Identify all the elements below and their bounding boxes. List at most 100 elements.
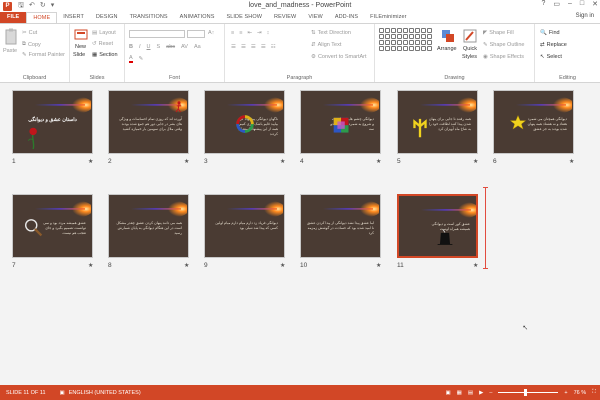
tab-insert[interactable]: INSERT <box>57 12 90 23</box>
tab-view[interactable]: VIEW <box>302 12 328 23</box>
line-spacing-icon[interactable]: ↕ <box>267 30 270 36</box>
tab-design[interactable]: DESIGN <box>90 12 124 23</box>
slide-thumbnail-9[interactable]: دیوانگی فریاد زد دارم میام دارم میام اول… <box>204 194 285 258</box>
maximize-button[interactable]: □ <box>580 0 584 8</box>
character-spacing-button[interactable]: AV <box>181 44 188 50</box>
close-button[interactable]: ✕ <box>592 0 598 8</box>
quick-styles-label-2[interactable]: Styles <box>462 54 477 60</box>
redo-icon[interactable]: ↻ <box>40 1 46 12</box>
font-size-combo[interactable] <box>187 30 205 38</box>
transition-star-icon[interactable]: ★ <box>569 158 574 165</box>
slide-thumbnail-1[interactable]: داستان عشق و دیوانگی <box>12 90 93 154</box>
paste-button[interactable]: Paste <box>3 48 17 54</box>
numbering-icon[interactable]: ≡ <box>239 30 242 36</box>
font-name-combo[interactable] <box>129 30 185 38</box>
customize-qat-icon[interactable]: ▾ <box>51 1 55 12</box>
layout-button[interactable]: ▤ Layout <box>92 30 116 36</box>
shadow-button[interactable]: S <box>157 44 161 50</box>
transition-star-icon[interactable]: ★ <box>473 158 478 165</box>
quick-styles-icon[interactable] <box>463 29 477 43</box>
zoom-in-button[interactable]: + <box>564 390 567 396</box>
strikethrough-button[interactable]: abc <box>166 44 175 50</box>
decrease-indent-icon[interactable]: ⇤ <box>247 30 252 36</box>
tab-home[interactable]: HOME <box>26 12 58 23</box>
sign-in-link[interactable]: Sign in <box>576 13 594 19</box>
transition-star-icon[interactable]: ★ <box>376 158 381 165</box>
minimize-button[interactable]: – <box>568 0 572 8</box>
save-icon[interactable]: 🖫 <box>18 1 24 12</box>
slide-thumbnail-7[interactable]: عشق همیشه مردد بود و نمی توانست تصمیم بگ… <box>12 194 93 258</box>
transition-star-icon[interactable]: ★ <box>88 262 93 269</box>
transition-star-icon[interactable]: ★ <box>280 158 285 165</box>
tab-review[interactable]: REVIEW <box>268 12 302 23</box>
ribbon-display-button[interactable]: ▭ <box>553 0 560 8</box>
normal-view-icon[interactable]: ▣ <box>445 390 450 396</box>
slide-sorter[interactable]: داستان عشق و دیوانگی 1 ★ آورده اند که روزی … <box>0 83 600 385</box>
new-slide-icon[interactable] <box>74 28 88 42</box>
transition-star-icon[interactable]: ★ <box>473 262 478 269</box>
shapes-gallery[interactable] <box>379 28 433 62</box>
transition-star-icon[interactable]: ★ <box>280 262 285 269</box>
language-indicator[interactable]: ENGLISH (UNITED STATES) <box>69 390 141 396</box>
paste-icon[interactable] <box>4 28 18 46</box>
transition-star-icon[interactable]: ★ <box>184 158 189 165</box>
change-case-button[interactable]: Aa <box>194 44 201 50</box>
section-button[interactable]: ▦ Section <box>92 52 118 58</box>
tab-add-ins[interactable]: ADD-INS <box>329 12 364 23</box>
help-button[interactable]: ? <box>541 0 545 8</box>
shape-outline-button[interactable]: ✎ Shape Outline <box>483 42 524 48</box>
copy-button[interactable]: ⧉ Copy <box>22 41 41 48</box>
undo-icon[interactable]: ↶ <box>29 1 35 12</box>
italic-button[interactable]: I <box>139 44 141 50</box>
grow-font-icon[interactable]: A↑ <box>208 30 214 36</box>
reading-view-icon[interactable]: ▤ <box>468 390 473 396</box>
tab-fileminimizer[interactable]: FILEminimizer <box>364 12 412 23</box>
convert-smartart-button[interactable]: ⚙ Convert to SmartArt <box>311 54 367 60</box>
tab-slide-show[interactable]: SLIDE SHOW <box>221 12 269 23</box>
slide-thumbnail-6[interactable]: دیوانگی همچنان می شمرد هفتاد و نه هشتاد … <box>493 90 574 154</box>
tab-file[interactable]: FILE <box>0 12 27 23</box>
shape-fill-button[interactable]: ◤ Shape Fill <box>483 30 514 36</box>
transition-star-icon[interactable]: ★ <box>88 158 93 165</box>
text-direction-button[interactable]: ⇅ Text Direction <box>311 30 351 36</box>
select-button[interactable]: ↖ Select <box>540 54 562 60</box>
zoom-slider[interactable] <box>498 389 559 396</box>
slide-thumbnail-2[interactable]: آورده اند که روزی تمام احساسات و ویژگی ه… <box>108 90 189 154</box>
replace-button[interactable]: ⇄ Replace <box>540 42 567 48</box>
find-button[interactable]: 🔍 Find <box>540 30 560 36</box>
highlight-icon[interactable]: ✎ <box>139 56 144 62</box>
slide-thumbnail-8[interactable]: همه می دانند پنهان کردن عشق چقدر مشکل اس… <box>108 194 189 258</box>
align-left-icon[interactable]: ☰ <box>231 44 236 50</box>
slide-sorter-view-icon[interactable]: ▦ <box>457 390 462 396</box>
new-slide-label[interactable]: New <box>75 44 86 50</box>
arrange-icon[interactable] <box>441 29 455 43</box>
reset-button[interactable]: ↺ Reset <box>92 41 113 47</box>
align-text-button[interactable]: ⇵ Align Text <box>311 42 341 48</box>
shape-effects-button[interactable]: ◉ Shape Effects <box>483 54 524 60</box>
slideshow-view-icon[interactable]: ▶ <box>479 390 483 396</box>
zoom-level[interactable]: 76 % <box>574 390 587 396</box>
justify-icon[interactable]: ☰ <box>261 44 266 50</box>
tab-animations[interactable]: ANIMATIONS <box>174 12 221 23</box>
slide-thumbnail-5[interactable]: همه رفتند تا جایی برای پنهان شدن پیدا کن… <box>397 90 478 154</box>
columns-icon[interactable]: ☷ <box>271 44 276 50</box>
slide-thumbnail-10[interactable]: اما عشق پیدا نشد دیوانگی از پیدا کردن عش… <box>300 194 381 258</box>
align-center-icon[interactable]: ☰ <box>241 44 246 50</box>
underline-button[interactable]: U <box>147 44 151 50</box>
zoom-out-button[interactable]: – <box>489 390 492 396</box>
font-color-icon[interactable]: A <box>129 55 133 63</box>
arrange-button[interactable]: Arrange <box>437 46 457 52</box>
slide-thumbnail-11[interactable]: عشق کور است و دیوانگی همیشه همراه اوست <box>397 194 478 258</box>
bullets-icon[interactable]: ≡ <box>231 30 234 36</box>
bold-button[interactable]: B <box>129 44 133 50</box>
fit-to-window-icon[interactable]: ⛶ <box>592 389 596 396</box>
tab-transitions[interactable]: TRANSITIONS <box>124 12 174 23</box>
cut-button[interactable]: ✂ Cut <box>22 30 37 36</box>
increase-indent-icon[interactable]: ⇥ <box>257 30 262 36</box>
new-slide-label-2[interactable]: Slide <box>73 52 85 58</box>
zoom-slider-thumb[interactable] <box>524 389 528 396</box>
slide-thumbnail-3[interactable]: ناگهان دیوانگی پیشنهاد کرد بیایید قایم ب… <box>204 90 285 154</box>
quick-styles-button[interactable]: Quick <box>463 46 477 52</box>
spellcheck-icon[interactable]: ▣ <box>60 390 65 396</box>
slide-thumbnail-4[interactable]: دیوانگی چشم هایش را بست و شروع به شمردن … <box>300 90 381 154</box>
